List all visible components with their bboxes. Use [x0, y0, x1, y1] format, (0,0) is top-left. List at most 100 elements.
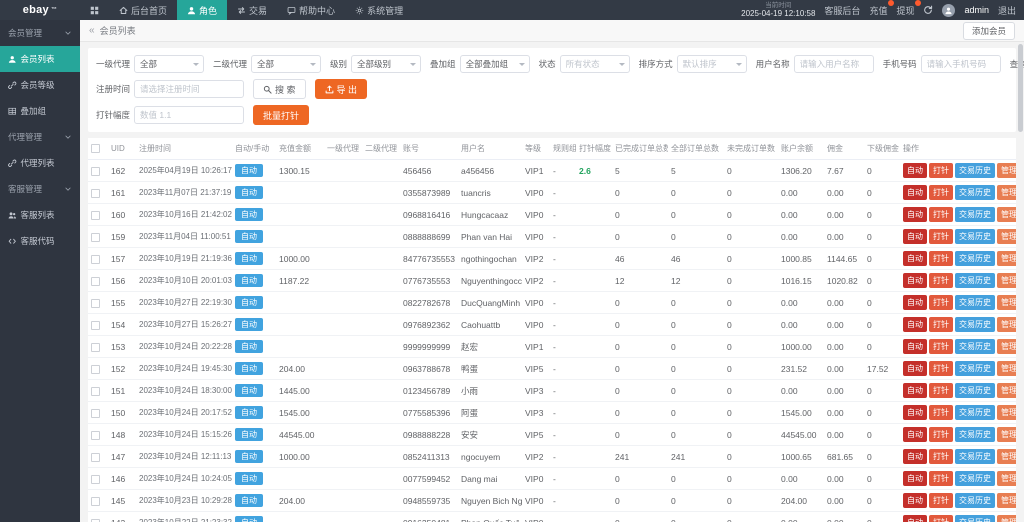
sidebar-group-agent-mgmt[interactable]: 代理管理 — [0, 124, 80, 150]
export-button[interactable]: 导 出 — [314, 79, 368, 99]
sidebar-group-service-mgmt[interactable]: 客服管理 — [0, 176, 80, 202]
action-manage-button[interactable]: 管理 — [997, 295, 1016, 310]
row-checkbox[interactable] — [91, 210, 100, 220]
auto-mode-badge[interactable]: 自动 — [235, 516, 263, 522]
action-trade-history-button[interactable]: 交易历史 — [955, 471, 995, 486]
scrollbar-thumb[interactable] — [1018, 44, 1023, 132]
action-trade-history-button[interactable]: 交易历史 — [955, 449, 995, 464]
action-manage-button[interactable]: 管理 — [997, 383, 1016, 398]
action-inject-button[interactable]: 打针 — [929, 361, 953, 376]
row-checkbox[interactable] — [91, 320, 100, 330]
action-inject-button[interactable]: 打针 — [929, 339, 953, 354]
action-inject-button[interactable]: 打针 — [929, 207, 953, 222]
action-trade-history-button[interactable]: 交易历史 — [955, 317, 995, 332]
action-inject-button[interactable]: 打针 — [929, 229, 953, 244]
sidebar-item-service-list[interactable]: 客服列表 — [0, 202, 80, 228]
collapse-icon[interactable]: « — [89, 25, 95, 36]
auto-mode-badge[interactable]: 自动 — [235, 450, 263, 463]
row-checkbox[interactable] — [91, 166, 100, 176]
auto-mode-badge[interactable]: 自动 — [235, 318, 263, 331]
action-inject-button[interactable]: 打针 — [929, 273, 953, 288]
refresh-icon[interactable] — [923, 5, 933, 15]
action-trade-history-button[interactable]: 交易历史 — [955, 427, 995, 442]
action-trade-history-button[interactable]: 交易历史 — [955, 339, 995, 354]
row-checkbox[interactable] — [91, 276, 100, 286]
action-trade-history-button[interactable]: 交易历史 — [955, 361, 995, 376]
action-manage-button[interactable]: 管理 — [997, 427, 1016, 442]
action-trade-history-button[interactable]: 交易历史 — [955, 383, 995, 398]
auto-mode-badge[interactable]: 自动 — [235, 428, 263, 441]
action-auto-button[interactable]: 自动 — [903, 471, 927, 486]
auto-mode-badge[interactable]: 自动 — [235, 186, 263, 199]
action-manage-button[interactable]: 管理 — [997, 449, 1016, 464]
action-manage-button[interactable]: 管理 — [997, 317, 1016, 332]
select-all-checkbox[interactable] — [91, 144, 100, 154]
action-manage-button[interactable]: 管理 — [997, 251, 1016, 266]
nav-item-system[interactable]: 系统管理 — [345, 0, 413, 20]
action-manage-button[interactable]: 管理 — [997, 185, 1016, 200]
register-time-input[interactable] — [134, 80, 245, 98]
action-auto-button[interactable]: 自动 — [903, 339, 927, 354]
withdraw-link[interactable]: 提现 — [896, 0, 922, 17]
action-inject-button[interactable]: 打针 — [929, 295, 953, 310]
vertical-scrollbar[interactable] — [1017, 42, 1023, 520]
action-auto-button[interactable]: 自动 — [903, 295, 927, 310]
batch-inject-button[interactable]: 批量打针 — [253, 105, 310, 125]
auto-mode-badge[interactable]: 自动 — [235, 406, 263, 419]
action-manage-button[interactable]: 管理 — [997, 405, 1016, 420]
row-checkbox[interactable] — [91, 364, 100, 374]
action-auto-button[interactable]: 自动 — [903, 361, 927, 376]
auto-mode-badge[interactable]: 自动 — [235, 296, 263, 309]
action-inject-button[interactable]: 打针 — [929, 405, 953, 420]
amp-input[interactable] — [134, 106, 245, 124]
action-trade-history-button[interactable]: 交易历史 — [955, 185, 995, 200]
row-checkbox[interactable] — [91, 298, 100, 308]
row-checkbox[interactable] — [91, 386, 100, 396]
nav-item-apps[interactable] — [80, 0, 109, 20]
auto-mode-badge[interactable]: 自动 — [235, 340, 263, 353]
auto-mode-badge[interactable]: 自动 — [235, 494, 263, 507]
action-auto-button[interactable]: 自动 — [903, 515, 927, 522]
action-inject-button[interactable]: 打针 — [929, 383, 953, 398]
action-manage-button[interactable]: 管理 — [997, 471, 1016, 486]
username[interactable]: admin — [964, 5, 989, 15]
sort-select[interactable]: 默认排序 — [676, 55, 747, 73]
row-checkbox[interactable] — [91, 518, 100, 522]
action-trade-history-button[interactable]: 交易历史 — [955, 163, 995, 178]
action-trade-history-button[interactable]: 交易历史 — [955, 251, 995, 266]
username-input[interactable] — [793, 55, 874, 73]
auto-mode-badge[interactable]: 自动 — [235, 208, 263, 221]
service-backend-link[interactable]: 客服后台 — [824, 4, 860, 17]
nav-item-roles[interactable]: 角色 — [177, 0, 228, 20]
auto-mode-badge[interactable]: 自动 — [235, 230, 263, 243]
row-checkbox[interactable] — [91, 408, 100, 418]
search-button[interactable]: 搜 索 — [253, 79, 306, 99]
action-manage-button[interactable]: 管理 — [997, 229, 1016, 244]
action-auto-button[interactable]: 自动 — [903, 493, 927, 508]
action-auto-button[interactable]: 自动 — [903, 427, 927, 442]
auto-mode-badge[interactable]: 自动 — [235, 362, 263, 375]
status-select[interactable]: 所有状态 — [559, 55, 630, 73]
row-checkbox[interactable] — [91, 496, 100, 506]
action-auto-button[interactable]: 自动 — [903, 405, 927, 420]
action-auto-button[interactable]: 自动 — [903, 229, 927, 244]
level-select[interactable]: 全部级别 — [351, 55, 422, 73]
row-checkbox[interactable] — [91, 342, 100, 352]
action-inject-button[interactable]: 打针 — [929, 449, 953, 464]
action-trade-history-button[interactable]: 交易历史 — [955, 207, 995, 222]
action-manage-button[interactable]: 管理 — [997, 207, 1016, 222]
action-inject-button[interactable]: 打针 — [929, 163, 953, 178]
action-manage-button[interactable]: 管理 — [997, 515, 1016, 522]
action-inject-button[interactable]: 打针 — [929, 515, 953, 522]
action-manage-button[interactable]: 管理 — [997, 163, 1016, 178]
nav-item-trade[interactable]: 交易 — [227, 0, 277, 20]
sidebar-item-stack-group[interactable]: 叠加组 — [0, 98, 80, 124]
action-auto-button[interactable]: 自动 — [903, 207, 927, 222]
action-manage-button[interactable]: 管理 — [997, 493, 1016, 508]
nav-item-help-center[interactable]: 帮助中心 — [277, 0, 345, 20]
auto-mode-badge[interactable]: 自动 — [235, 274, 263, 287]
nav-item-dashboard[interactable]: 后台首页 — [109, 0, 177, 20]
action-inject-button[interactable]: 打针 — [929, 427, 953, 442]
action-trade-history-button[interactable]: 交易历史 — [955, 515, 995, 522]
action-trade-history-button[interactable]: 交易历史 — [955, 405, 995, 420]
